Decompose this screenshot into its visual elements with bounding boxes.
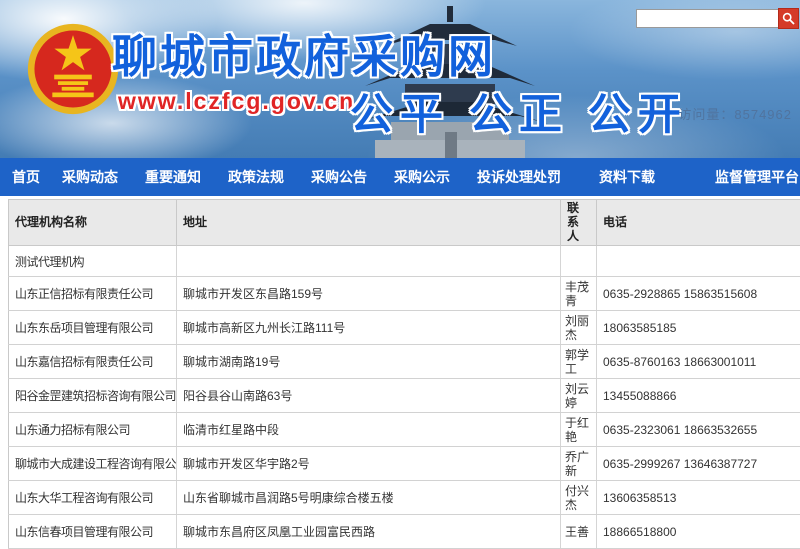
- table-header-row: 代理机构名称地址联系人电话: [9, 200, 800, 246]
- cell-phone: 0635-2928865 15863515608: [597, 277, 800, 311]
- cell-name: 聊城市大成建设工程咨询有限公司: [9, 447, 177, 481]
- nav-item-6[interactable]: 投诉处理处罚: [477, 167, 561, 187]
- cell-address: 聊城市湖南路19号: [177, 345, 561, 379]
- cell-contact: 乔广新: [561, 447, 597, 481]
- cell-name: 山东嘉信招标有限责任公司: [9, 345, 177, 379]
- nav-item-0[interactable]: 首页: [12, 167, 40, 187]
- cell-name: 山东通力招标有限公司: [9, 413, 177, 447]
- cell-phone: 0635-2999267 13646387727: [597, 447, 800, 481]
- nav-item-3[interactable]: 政策法规: [228, 167, 284, 187]
- cell-address: 山东省聊城市昌润路5号明康综合楼五楼: [177, 481, 561, 515]
- cell-name: 阳谷金罡建筑招标咨询有限公司: [9, 379, 177, 413]
- magnifier-icon: [782, 12, 795, 25]
- column-header-1: 地址: [177, 200, 561, 246]
- table-row: 山东通力招标有限公司临清市红星路中段于红艳0635-2323061 186635…: [9, 413, 800, 447]
- national-emblem-icon: [26, 22, 120, 116]
- nav-menu: 首页 采购动态 重要通知 政策法规 采购公告 采购公示 投诉处理处罚 资料下载 监督管理平台: [0, 158, 800, 196]
- search-input[interactable]: [636, 9, 780, 28]
- search-button[interactable]: [778, 8, 799, 29]
- cell-contact: 刘云婷: [561, 379, 597, 413]
- agency-table: 代理机构名称地址联系人电话 测试代理机构山东正信招标有限责任公司聊城市开发区东昌…: [8, 199, 800, 549]
- agency-table-container: 代理机构名称地址联系人电话 测试代理机构山东正信招标有限责任公司聊城市开发区东昌…: [8, 199, 800, 549]
- column-header-0: 代理机构名称: [9, 200, 177, 246]
- column-header-3: 电话: [597, 200, 800, 246]
- cell-contact: [561, 246, 597, 277]
- cell-contact: 于红艳: [561, 413, 597, 447]
- cell-name: 测试代理机构: [9, 246, 177, 277]
- cell-address: 阳谷县谷山南路63号: [177, 379, 561, 413]
- table-row: 山东东岳项目管理有限公司聊城市高新区九州长江路111号刘丽杰1806358518…: [9, 311, 800, 345]
- cell-contact: 郭学工: [561, 345, 597, 379]
- nav-item-8[interactable]: 监督管理平台: [715, 167, 799, 187]
- site-banner: 聊城市政府采购网 www.lczfcg.gov.cn 公平 公正 公开 访问量：…: [0, 0, 800, 158]
- cell-contact: 丰茂青: [561, 277, 597, 311]
- cell-address: 临清市红星路中段: [177, 413, 561, 447]
- nav-item-4[interactable]: 采购公告: [311, 167, 367, 187]
- cell-address: 聊城市高新区九州长江路111号: [177, 311, 561, 345]
- nav-item-2[interactable]: 重要通知: [145, 167, 201, 187]
- cell-phone: 18063585185: [597, 311, 800, 345]
- nav-item-1[interactable]: 采购动态: [62, 167, 118, 187]
- cell-name: 山东正信招标有限责任公司: [9, 277, 177, 311]
- cell-phone: 0635-8760163 18663001011: [597, 345, 800, 379]
- table-row: 山东正信招标有限责任公司聊城市开发区东昌路159号丰茂青0635-2928865…: [9, 277, 800, 311]
- cell-contact: 付兴杰: [561, 481, 597, 515]
- site-title: 聊城市政府采购网: [112, 20, 496, 85]
- main-navbar: 首页 采购动态 重要通知 政策法规 采购公告 采购公示 投诉处理处罚 资料下载 监督管理平台: [0, 158, 800, 196]
- cell-phone: 13606358513: [597, 481, 800, 515]
- table-row: 山东嘉信招标有限责任公司聊城市湖南路19号郭学工0635-8760163 186…: [9, 345, 800, 379]
- site-url: www.lczfcg.gov.cn: [118, 88, 355, 115]
- visit-counter: 访问量：8574962: [678, 104, 792, 123]
- table-row: 山东大华工程咨询有限公司山东省聊城市昌润路5号明康综合楼五楼付兴杰1360635…: [9, 481, 800, 515]
- cell-name: 山东东岳项目管理有限公司: [9, 311, 177, 345]
- site-slogan: 公平 公正 公开: [350, 80, 688, 142]
- column-header-2: 联系人: [561, 200, 597, 246]
- cell-phone: [597, 246, 800, 277]
- agency-table-body: 测试代理机构山东正信招标有限责任公司聊城市开发区东昌路159号丰茂青0635-2…: [9, 246, 800, 549]
- nav-item-7[interactable]: 资料下载: [599, 167, 655, 187]
- table-row: 阳谷金罡建筑招标咨询有限公司阳谷县谷山南路63号刘云婷13455088866: [9, 379, 800, 413]
- cell-address: [177, 246, 561, 277]
- cell-address: 聊城市开发区东昌路159号: [177, 277, 561, 311]
- nav-item-5[interactable]: 采购公示: [394, 167, 450, 187]
- cell-contact: 刘丽杰: [561, 311, 597, 345]
- cell-name: 山东大华工程咨询有限公司: [9, 481, 177, 515]
- cell-phone: 13455088866: [597, 379, 800, 413]
- table-row: 测试代理机构: [9, 246, 800, 277]
- cell-phone: 0635-2323061 18663532655: [597, 413, 800, 447]
- cell-address: 聊城市开发区华宇路2号: [177, 447, 561, 481]
- table-row: 聊城市大成建设工程咨询有限公司聊城市开发区华宇路2号乔广新0635-299926…: [9, 447, 800, 481]
